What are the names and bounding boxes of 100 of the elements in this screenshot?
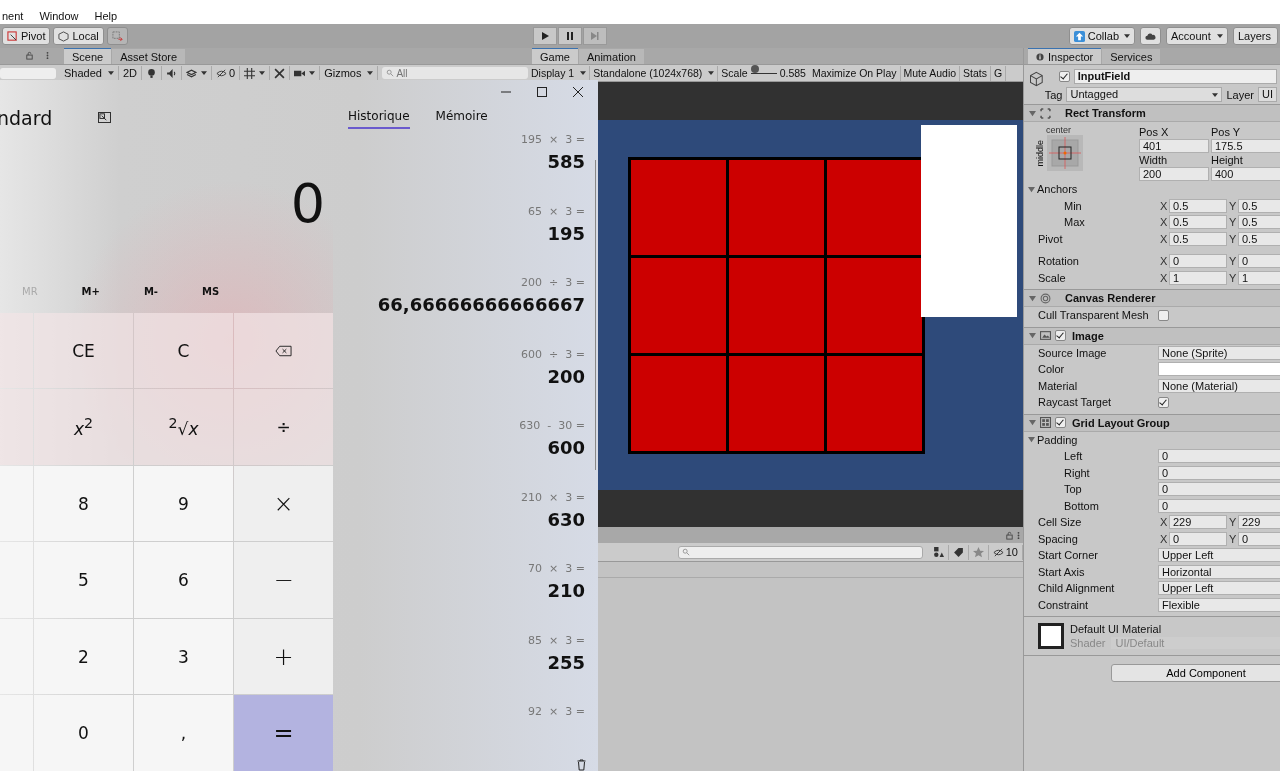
collab-button[interactable]: Collab [1068, 27, 1135, 45]
number-field[interactable]: 175.5 [1211, 139, 1280, 153]
tag-dropdown[interactable]: Untagged [1066, 87, 1223, 102]
calculator-key[interactable]: C [134, 313, 233, 389]
foldout-icon[interactable] [1029, 419, 1036, 426]
history-result[interactable]: 255 [547, 651, 585, 673]
calculator-key[interactable]: 6 [134, 542, 233, 618]
number-field[interactable]: 1 [1238, 270, 1280, 285]
anchor-preset-button[interactable] [1047, 135, 1083, 171]
lock-icon[interactable] [25, 51, 34, 60]
toggle-button[interactable]: Stats [960, 65, 991, 81]
memory-button[interactable]: M+ [81, 286, 100, 298]
panel-tab[interactable]: Asset Store [112, 49, 186, 64]
history-tab[interactable]: Mémoire [435, 109, 488, 127]
number-field[interactable]: 0.5 [1169, 198, 1227, 213]
active-checkbox[interactable] [1058, 71, 1070, 82]
compact-overlay-icon[interactable] [98, 112, 112, 124]
component-header[interactable]: Canvas Renderer [1024, 290, 1280, 307]
component-header[interactable]: Rect Transform [1024, 105, 1280, 122]
color-field[interactable] [1158, 362, 1280, 377]
history-result[interactable]: 195 [547, 222, 585, 244]
search-field[interactable] [677, 545, 923, 559]
lock-icon[interactable] [1005, 530, 1014, 540]
number-field[interactable]: 0.5 [1238, 215, 1280, 230]
shapes-icon[interactable] [932, 546, 944, 558]
light-bulb-icon[interactable] [146, 67, 157, 79]
calculator-key[interactable]: = [234, 695, 333, 771]
tag-icon[interactable] [952, 546, 964, 558]
enabled-checkbox[interactable] [1055, 330, 1066, 341]
value-field[interactable]: 0 [1158, 482, 1280, 497]
local-button[interactable]: Local [53, 27, 104, 45]
calculator-key[interactable]: 9 [134, 466, 233, 542]
calculator-key[interactable]: × [234, 466, 333, 542]
pause-button[interactable] [558, 27, 582, 45]
history-tab[interactable]: Historique [348, 109, 410, 129]
add-component-button[interactable]: Add Component [1111, 664, 1280, 682]
foldout-icon[interactable] [1029, 109, 1036, 117]
number-field[interactable]: 0.5 [1238, 198, 1280, 213]
calculator-key[interactable]: ÷ [234, 389, 333, 465]
foldout-icon[interactable] [1029, 332, 1036, 339]
number-field[interactable]: 229 [1169, 515, 1227, 530]
number-field[interactable]: 0 [1238, 254, 1280, 269]
checkbox[interactable] [1158, 309, 1169, 321]
number-field[interactable]: 200 [1139, 167, 1209, 181]
calculator-key[interactable]: , [134, 695, 233, 771]
panel-tab[interactable]: Inspector [1028, 48, 1102, 64]
history-result[interactable]: 200 [547, 365, 585, 387]
calculator-key[interactable]: − [234, 542, 333, 618]
toggle-button[interactable]: G [991, 65, 1007, 81]
menu-item[interactable]: Window [37, 10, 81, 22]
foldout-icon[interactable] [1028, 436, 1035, 444]
value-field[interactable]: 0 [1158, 449, 1280, 464]
speaker-icon[interactable] [166, 67, 177, 79]
foldout-icon[interactable] [1029, 294, 1036, 302]
value-field[interactable]: Flexible [1158, 597, 1280, 612]
snap-button[interactable] [106, 27, 128, 45]
toggle-button[interactable]: Mute Audio [900, 65, 961, 81]
number-field[interactable]: 0.5 [1238, 231, 1280, 246]
play-button[interactable] [533, 27, 557, 45]
value-field[interactable]: Horizontal [1158, 564, 1280, 579]
number-field[interactable]: 401 [1139, 139, 1209, 153]
calculator-key[interactable]: 0 [34, 695, 133, 771]
value-field[interactable]: None (Material) [1158, 378, 1280, 393]
name-field[interactable]: InputField [1073, 69, 1277, 84]
calculator-key[interactable]: CE [34, 313, 133, 389]
cloud-button[interactable] [1140, 27, 1161, 45]
calculator-key[interactable]: 8 [34, 466, 133, 542]
calculator-key[interactable]: 3 [134, 619, 233, 695]
menu-item[interactable]: Help [92, 10, 120, 22]
history-result[interactable]: 210 [547, 580, 585, 601]
history-result[interactable]: 585 [547, 151, 585, 172]
enabled-checkbox[interactable] [1055, 417, 1066, 428]
account-dropdown[interactable]: Account [1166, 27, 1228, 45]
number-field[interactable]: 0.5 [1169, 215, 1227, 230]
calculator-key[interactable]: + [234, 619, 333, 695]
calculator-key[interactable]: 2 [34, 619, 133, 695]
number-field[interactable]: 0 [1238, 531, 1280, 546]
tools-icon[interactable] [274, 67, 286, 79]
number-field[interactable]: 229 [1238, 515, 1280, 530]
toggle-button[interactable]: Maximize On Play [808, 65, 901, 81]
calculator-key[interactable]: $^{2}$√x [134, 389, 233, 465]
history-result[interactable]: 600 [547, 437, 585, 458]
search-field[interactable]: All [382, 67, 528, 79]
memory-button[interactable]: MS [202, 286, 220, 298]
number-field[interactable]: 0.5 [1169, 231, 1227, 246]
foldout-icon[interactable] [1028, 185, 1035, 193]
memory-button[interactable]: M- [143, 286, 159, 298]
number-field[interactable]: 0 [1169, 531, 1227, 546]
value-field[interactable]: None (Sprite) [1158, 345, 1280, 360]
trash-icon[interactable] [576, 759, 587, 771]
calculator-key[interactable]: 5 [34, 542, 133, 618]
value-field[interactable]: Upper Left [1158, 581, 1280, 596]
checkbox[interactable] [1158, 396, 1169, 408]
layer-dropdown[interactable]: UI [1258, 87, 1277, 102]
number-field[interactable]: 1 [1169, 270, 1227, 285]
value-field[interactable]: Upper Left [1158, 548, 1280, 563]
number-field[interactable]: 400 [1211, 167, 1280, 181]
maximize-icon[interactable] [537, 87, 547, 97]
search-field[interactable] [0, 67, 56, 79]
history-result[interactable]: 66,66666666666667 [377, 294, 585, 315]
